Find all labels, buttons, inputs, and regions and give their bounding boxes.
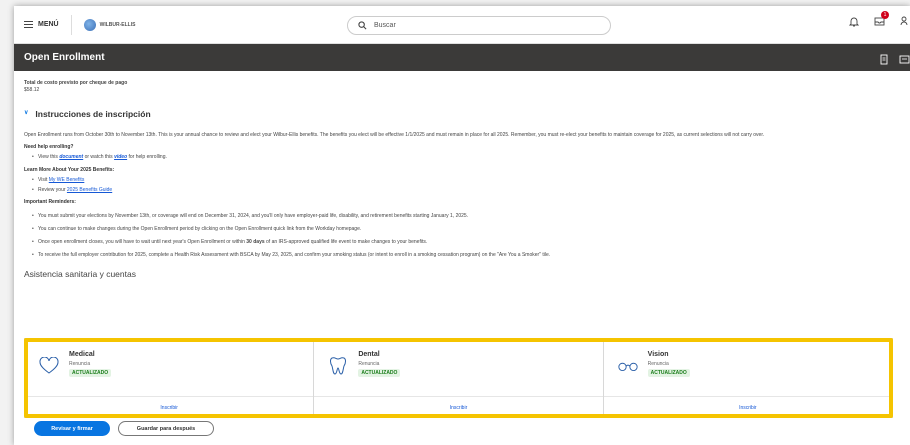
card-status: Renuncia	[69, 361, 91, 367]
medical-card: Medical Renuncia ACTUALIZADO Inscribir	[25, 339, 315, 418]
learn-review-text: Review your	[38, 187, 67, 194]
hamburger-icon	[24, 21, 33, 28]
help-list: View this document or watch this video f…	[32, 154, 900, 162]
learn-item: Visit My WE Benefits	[32, 176, 900, 185]
user-profile-icon[interactable]	[898, 15, 910, 27]
vision-card: Vision Renuncia ACTUALIZADO Inscribir	[603, 339, 892, 418]
search-icon	[358, 21, 367, 30]
my-we-benefits-link[interactable]: My WE Benefits	[49, 177, 85, 183]
card-body: Medical Renuncia ACTUALIZADO	[25, 339, 314, 397]
enroll-medical-button[interactable]: Inscribir	[25, 397, 313, 418]
help-text-pre: View this	[38, 154, 60, 161]
card-body: Dental Renuncia ACTUALIZADO	[314, 339, 603, 397]
review-sign-button[interactable]: Revisar y firmar	[34, 421, 110, 436]
card-name: Dental	[358, 351, 380, 358]
nav-divider	[70, 14, 72, 35]
reminder-item: To receive the full employer contributio…	[32, 252, 900, 260]
top-right-icons: 1	[848, 11, 910, 27]
intro-paragraph: Open Enrollment runs from October 30th t…	[24, 131, 765, 138]
reminder-item: You must submit your elections by Novemb…	[32, 213, 900, 221]
status-badge: ACTUALIZADO	[69, 369, 112, 377]
cost-label: Total de costo previsto por cheque de pa…	[24, 80, 128, 86]
save-later-button[interactable]: Guardar para después	[118, 421, 214, 436]
reminder3-post: of an IRS-approved qualified life event …	[264, 239, 428, 246]
reminders-heading: Important Reminders:	[24, 199, 76, 206]
card-status: Renuncia	[358, 361, 380, 367]
help-text-post: for help enrolling.	[127, 154, 167, 161]
status-badge: ACTUALIZADO	[647, 369, 690, 377]
top-nav-bar: MENÚ WILBUR-ELLIS Buscar 1	[14, 6, 910, 44]
logo-text: WILBUR-ELLIS	[99, 21, 136, 28]
tooth-icon	[327, 355, 349, 377]
document-link[interactable]: document	[59, 154, 83, 160]
glasses-icon	[617, 355, 639, 377]
page-header: Open Enrollment	[14, 44, 910, 71]
learn-visit-text: Visit	[38, 176, 49, 183]
benefits-guide-link[interactable]: 2025 Benefits Guide	[67, 187, 112, 193]
company-logo[interactable]: WILBUR-ELLIS	[83, 18, 136, 31]
export-pdf-icon[interactable]	[879, 52, 889, 70]
page-title: Open Enrollment	[24, 52, 105, 63]
action-bar: Revisar y firmar Guardar para después	[34, 421, 214, 436]
reminder3-bold: 30 days	[246, 239, 265, 246]
help-text-mid: or watch this	[83, 154, 115, 161]
card-name: Vision	[647, 351, 669, 358]
help-item: View this document or watch this video f…	[32, 154, 900, 162]
enroll-vision-button[interactable]: Inscribir	[604, 397, 892, 418]
main-content: Total de costo previsto por cheque de pa…	[14, 71, 910, 280]
health-section-title: Asistencia sanitaria y cuentas	[24, 268, 136, 279]
card-name: Medical	[69, 351, 95, 358]
chevron-down-icon: ∨	[24, 110, 29, 117]
reminder-item: You can continue to make changes during …	[32, 226, 900, 234]
help-heading: Need help enrolling?	[24, 144, 74, 151]
reminder-item: Once open enrollment closes, you will ha…	[32, 239, 900, 247]
learn-item: Review your 2025 Benefits Guide	[32, 187, 900, 195]
video-link[interactable]: video	[114, 154, 127, 160]
learn-list: Visit My WE Benefits Review your 2025 Be…	[32, 176, 900, 195]
search-bar[interactable]: Buscar	[347, 16, 611, 35]
search-placeholder: Buscar	[374, 22, 396, 29]
learn-heading: Learn More About Your 2025 Benefits:	[24, 166, 115, 173]
card-status: Renuncia	[647, 361, 669, 367]
cost-value: $58.12	[24, 87, 40, 94]
instructions-toggle[interactable]: ∨ Instrucciones de inscripción	[24, 108, 900, 120]
heart-icon	[38, 355, 60, 377]
logo-mark-icon	[83, 18, 96, 31]
notifications-bell-icon[interactable]	[848, 15, 860, 27]
reminders-list: You must submit your elections by Novemb…	[32, 213, 900, 260]
header-actions	[879, 52, 910, 70]
menu-button[interactable]: MENÚ	[24, 21, 59, 28]
enroll-dental-button[interactable]: Inscribir	[314, 397, 602, 418]
inbox-count-badge: 1	[881, 11, 889, 19]
instructions-title: Instrucciones de inscripción	[35, 108, 151, 119]
dental-card: Dental Renuncia ACTUALIZADO Inscribir	[314, 339, 604, 418]
inbox-icon[interactable]: 1	[873, 11, 889, 27]
benefit-cards: Medical Renuncia ACTUALIZADO Inscribir D…	[24, 338, 893, 418]
card-body: Vision Renuncia ACTUALIZADO	[603, 339, 892, 397]
status-badge: ACTUALIZADO	[358, 369, 401, 377]
reminder3-pre: Once open enrollment closes, you will ha…	[38, 239, 247, 246]
print-icon[interactable]	[899, 52, 910, 70]
menu-label: MENÚ	[38, 21, 59, 28]
